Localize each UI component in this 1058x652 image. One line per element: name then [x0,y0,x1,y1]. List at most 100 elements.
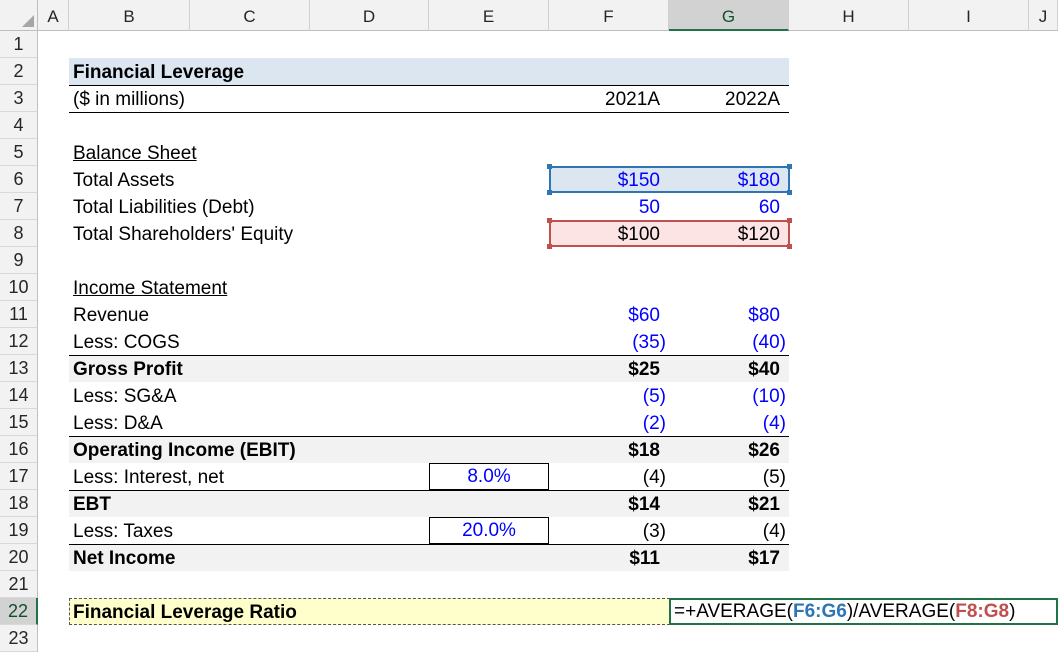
column-header-h[interactable]: H [789,0,909,31]
formula-suffix: ) [1009,601,1016,622]
ref2-handle-tl[interactable] [547,218,552,223]
ref1-handle-tl[interactable] [547,164,552,169]
bs-total-equity-2022[interactable]: $120 [680,224,780,246]
income-statement-heading[interactable]: Income Statement [73,278,227,300]
is-label-gross-profit[interactable]: Gross Profit [73,359,183,381]
is-cogs-2022[interactable]: (40) [680,332,786,354]
column-header-c[interactable]: C [190,0,310,31]
column-header-g[interactable]: G [669,0,789,31]
select-all-corner[interactable] [0,0,38,31]
ref1-handle-bl[interactable] [547,190,552,195]
row-header-10[interactable]: 10 [0,274,38,301]
bs-label-total-equity[interactable]: Total Shareholders' Equity [73,224,293,246]
row-header-22[interactable]: 22 [0,598,38,625]
bs-label-total-assets[interactable]: Total Assets [73,170,174,192]
row-header-9[interactable]: 9 [0,247,38,274]
ref1-handle-tr[interactable] [787,164,792,169]
is-revenue-2022[interactable]: $80 [680,305,780,327]
ref1-handle-br[interactable] [787,190,792,195]
bs-total-liabilities-2021[interactable]: 50 [560,197,660,219]
is-label-cogs[interactable]: Less: COGS [73,332,180,354]
bs-total-assets-2022[interactable]: $180 [680,170,780,192]
is-ebit-2022[interactable]: $26 [680,440,780,462]
is-net-income-2022[interactable]: $17 [680,548,780,570]
spreadsheet-grid[interactable]: ABCDEFGHIJ 1 2 3 4 5 6 7 8 9 10 11 12 13 14 15 16 17 18 19… [0,0,1058,652]
is-ebt-2022[interactable]: $21 [680,494,780,516]
is-ebt-2021[interactable]: $14 [560,494,660,516]
is-label-ebt[interactable]: EBT [73,494,111,516]
row-header-16[interactable]: 16 [0,436,38,463]
row-header-12[interactable]: 12 [0,328,38,355]
column-header-j[interactable]: J [1029,0,1058,31]
is-taxes-2021[interactable]: (3) [560,521,666,543]
is-label-sga[interactable]: Less: SG&A [73,386,177,408]
is-gross-profit-2022[interactable]: $40 [680,359,780,381]
ref2-handle-tr[interactable] [787,218,792,223]
balance-sheet-heading[interactable]: Balance Sheet [73,143,197,165]
row-header-2[interactable]: 2 [0,58,38,85]
bs-label-total-liabilities[interactable]: Total Liabilities (Debt) [73,197,255,219]
row-header-7[interactable]: 7 [0,193,38,220]
row-header-14[interactable]: 14 [0,382,38,409]
year-header-2022[interactable]: 2022A [680,89,780,111]
row-header-17[interactable]: 17 [0,463,38,490]
is-label-interest[interactable]: Less: Interest, net [73,467,224,489]
row-header-21[interactable]: 21 [0,571,38,598]
is-label-taxes[interactable]: Less: Taxes [73,521,173,543]
is-revenue-2021[interactable]: $60 [560,305,660,327]
interest-rate-input[interactable]: 8.0% [429,463,549,490]
ebt-top-border [69,490,789,491]
is-label-net-income[interactable]: Net Income [73,548,175,570]
row-header-19[interactable]: 19 [0,517,38,544]
row-header-5[interactable]: 5 [0,139,38,166]
net-income-top-border [69,544,789,545]
row-header-13[interactable]: 13 [0,355,38,382]
ebit-top-border [69,436,789,437]
is-sga-2022[interactable]: (10) [680,386,786,408]
column-header-a[interactable]: A [38,0,69,31]
header-underline [69,112,789,113]
sheet-title[interactable]: Financial Leverage [73,62,244,84]
year-header-2021[interactable]: 2021A [560,89,660,111]
bs-total-assets-2021[interactable]: $150 [560,170,660,192]
gross-profit-top-border [69,355,789,356]
is-cogs-2021[interactable]: (35) [560,332,666,354]
is-taxes-2022[interactable]: (4) [680,521,786,543]
is-da-2022[interactable]: (4) [680,413,786,435]
formula-cell-g22[interactable]: =+AVERAGE(F6:G6)/AVERAGE(F8:G8) [669,598,1058,625]
is-sga-2021[interactable]: (5) [560,386,666,408]
row-header-6[interactable]: 6 [0,166,38,193]
is-label-da[interactable]: Less: D&A [73,413,163,435]
units-label[interactable]: ($ in millions) [73,89,185,111]
is-interest-2021[interactable]: (4) [560,467,666,489]
row-header-4[interactable]: 4 [0,112,38,139]
row-header-18[interactable]: 18 [0,490,38,517]
tax-rate-input[interactable]: 20.0% [429,517,549,544]
column-header-b[interactable]: B [69,0,190,31]
header-bottom-border [69,85,789,86]
is-ebit-2021[interactable]: $18 [560,440,660,462]
is-interest-2022[interactable]: (5) [680,467,786,489]
is-label-revenue[interactable]: Revenue [73,305,149,327]
row-header-8[interactable]: 8 [0,220,38,247]
row-header-3[interactable]: 3 [0,85,38,112]
is-net-income-2021[interactable]: $11 [560,548,660,570]
row-header-20[interactable]: 20 [0,544,38,571]
is-da-2021[interactable]: (2) [560,413,666,435]
row-header-15[interactable]: 15 [0,409,38,436]
formula-ref-f6-g6: F6:G6 [792,601,847,622]
ref2-handle-bl[interactable] [547,244,552,249]
row-header-1[interactable]: 1 [0,31,38,58]
column-header-i[interactable]: I [909,0,1029,31]
ratio-label[interactable]: Financial Leverage Ratio [73,602,297,624]
column-header-e[interactable]: E [429,0,549,31]
is-gross-profit-2021[interactable]: $25 [560,359,660,381]
column-header-d[interactable]: D [310,0,429,31]
bs-total-liabilities-2022[interactable]: 60 [680,197,780,219]
row-header-23[interactable]: 23 [0,625,38,652]
row-header-11[interactable]: 11 [0,301,38,328]
column-header-f[interactable]: F [549,0,669,31]
ref2-handle-br[interactable] [787,244,792,249]
bs-total-equity-2021[interactable]: $100 [560,224,660,246]
is-label-ebit[interactable]: Operating Income (EBIT) [73,440,296,462]
